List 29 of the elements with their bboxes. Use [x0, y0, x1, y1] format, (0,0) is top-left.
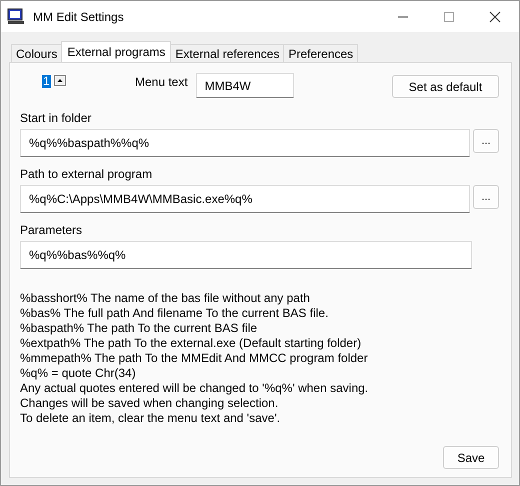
text-field[interactable]: %q%%baspath%%q% [20, 129, 470, 157]
window-title: MM Edit Settings [33, 10, 124, 24]
save-button[interactable]: Save [443, 446, 499, 469]
browse-button[interactable]: ... [473, 185, 499, 209]
browse-button[interactable]: ... [473, 129, 499, 153]
help-text: Changes will be saved when changing selection. [20, 396, 280, 411]
spin-up-icon[interactable] [54, 75, 66, 86]
app-icon [7, 8, 25, 26]
menu-text-label: Menu text [135, 75, 188, 89]
tab[interactable]: External programs [61, 41, 172, 62]
tab[interactable]: Preferences [283, 44, 358, 62]
tab[interactable]: Colours [11, 44, 62, 62]
text-field[interactable]: %q%%bas%%q% [20, 241, 472, 269]
field-label: Start in folder [20, 111, 92, 125]
field-label: Path to external program [20, 167, 154, 181]
close-icon[interactable] [489, 10, 501, 22]
help-text: To delete an item, clear the menu text and 'save'. [20, 411, 282, 426]
set-default-button[interactable]: Set as default [392, 75, 499, 98]
text-field[interactable]: %q%C:\Apps\MMB4W\MMBasic.exe%q% [20, 185, 470, 213]
item-number-spinner[interactable]: 1 [42, 75, 97, 88]
field-label: Parameters [20, 223, 84, 237]
help-text: Any actual quotes entered will be changed to '%q%' when saving. [20, 381, 370, 396]
help-text: %basshort% The name of the bas file without any path [20, 291, 311, 306]
help-text: %baspath% The path To the current BAS file [20, 321, 258, 336]
menu-text-field[interactable]: MMB4W [196, 73, 294, 98]
help-text: %q% = quote Chr(34) [20, 366, 137, 381]
help-text: %mmepath% The path To the MMEdit And MMCC program folder [20, 351, 369, 366]
help-text: %bas% The full path And filename To the current BAS file. [20, 306, 330, 321]
help-text: %extpath% The path To the external.exe (Default starting folder) [20, 336, 362, 351]
